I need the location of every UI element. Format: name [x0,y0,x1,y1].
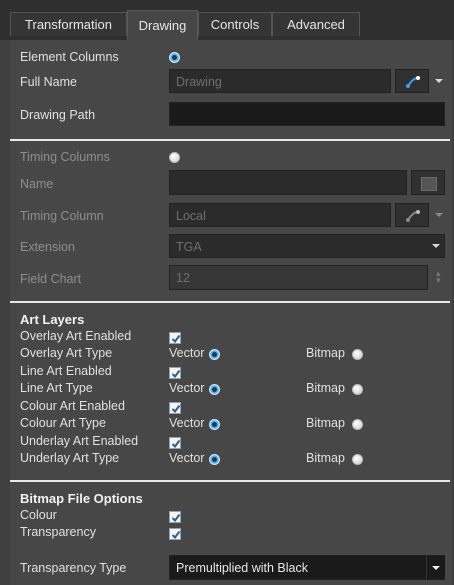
colour-checkbox[interactable] [169,511,181,523]
art-layers-title: Art Layers [20,312,85,327]
field-chart-label: Field Chart [20,272,82,286]
extension-select[interactable]: TGA [169,234,445,258]
full-name-link-button[interactable] [395,69,429,93]
checkmark-icon [171,369,181,379]
overlay-art-type-label: Overlay Art Type [20,346,113,360]
transparency-type-label: Transparency Type [20,561,127,575]
separator [10,139,450,141]
chevron-down-icon [432,244,440,248]
timing-columns-label: Timing Columns [20,150,110,164]
timing-column-link-button[interactable] [395,203,429,227]
separator [10,480,450,482]
underlay-art-enabled-label: Underlay Art Enabled [20,434,139,448]
transparency-type-select[interactable]: Premultiplied with Black [169,555,445,580]
drawing-path-label: Drawing Path [20,108,96,122]
tab-bar: Transformation Drawing Controls Advanced [0,0,454,40]
colour-vector-label: Vector [169,416,205,430]
spinner-icon[interactable]: ▴ ▾ [436,269,441,285]
checkmark-icon [171,439,181,449]
overlay-bitmap-label: Bitmap [306,346,345,360]
full-name-dropdown-icon[interactable] [435,79,443,83]
colour-vector-radio[interactable] [209,419,220,430]
colour-label: Colour [20,508,57,522]
colour-art-enabled-checkbox[interactable] [169,402,181,414]
line-art-type-label: Line Art Type [20,381,93,395]
line-vector-radio[interactable] [209,384,220,395]
bitmap-file-options-title: Bitmap File Options [20,491,143,506]
extension-label: Extension [20,240,75,254]
overlay-vector-radio[interactable] [209,349,220,360]
name-field[interactable] [169,170,407,195]
element-columns-label: Element Columns [20,50,119,64]
element-columns-radio[interactable] [169,52,180,63]
underlay-bitmap-radio[interactable] [352,454,363,465]
colour-bitmap-radio[interactable] [352,419,363,430]
checkmark-icon [171,404,181,414]
chevron-down-icon [432,566,440,570]
checkmark-icon [171,530,181,540]
colour-bitmap-label: Bitmap [306,416,345,430]
underlay-bitmap-label: Bitmap [306,451,345,465]
link-icon [406,210,420,222]
square-icon [421,177,437,191]
drawing-path-field[interactable] [169,102,445,126]
tab-controls[interactable]: Controls [198,12,272,36]
timing-column-dropdown-icon[interactable] [435,213,443,217]
overlay-art-enabled-label: Overlay Art Enabled [20,329,132,343]
line-art-enabled-label: Line Art Enabled [20,364,112,378]
underlay-vector-label: Vector [169,451,205,465]
checkmark-icon [171,334,181,344]
timing-column-label: Timing Column [20,209,104,223]
full-name-label: Full Name [20,75,77,89]
tab-advanced[interactable]: Advanced [272,12,360,36]
line-bitmap-label: Bitmap [306,381,345,395]
overlay-bitmap-radio[interactable] [352,349,363,360]
colour-art-enabled-label: Colour Art Enabled [20,399,125,413]
transparency-type-dropdown-button[interactable] [426,556,445,579]
underlay-art-type-label: Underlay Art Type [20,451,120,465]
separator [10,301,450,303]
line-art-enabled-checkbox[interactable] [169,367,181,379]
overlay-vector-label: Vector [169,346,205,360]
name-label: Name [20,177,54,191]
overlay-art-enabled-checkbox[interactable] [169,332,181,344]
timing-columns-radio[interactable] [169,152,180,163]
underlay-vector-radio[interactable] [209,454,220,465]
line-vector-label: Vector [169,381,205,395]
extension-dropdown-button[interactable] [428,235,444,257]
timing-column-field[interactable]: Local [169,203,391,227]
colour-art-type-label: Colour Art Type [20,416,106,430]
link-icon [406,76,420,88]
transparency-checkbox[interactable] [169,528,181,540]
field-chart-field[interactable]: 12 [169,265,428,290]
tab-transformation[interactable]: Transformation [10,12,127,36]
full-name-field[interactable]: Drawing [169,69,391,93]
line-bitmap-radio[interactable] [352,384,363,395]
checkmark-icon [171,513,181,523]
underlay-art-enabled-checkbox[interactable] [169,437,181,449]
name-square-button[interactable] [411,170,445,195]
tab-drawing[interactable]: Drawing [127,10,198,40]
transparency-label: Transparency [20,525,96,539]
